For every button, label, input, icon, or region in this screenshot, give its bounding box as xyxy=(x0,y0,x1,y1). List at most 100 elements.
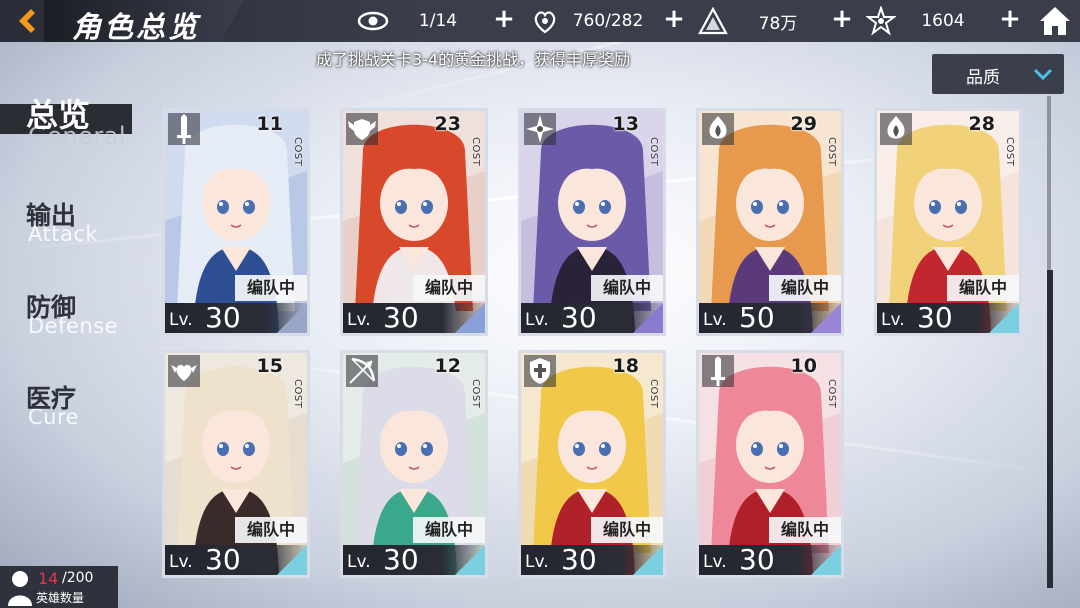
character-card[interactable]: 10 COST 编队中 Lv. 30 xyxy=(696,350,844,578)
category-tab-cure[interactable]: Cure 医疗 xyxy=(0,377,150,437)
winged-shield-icon xyxy=(346,113,378,145)
page-title: 角色总览 xyxy=(72,10,201,44)
shuriken-icon xyxy=(524,113,556,145)
character-card[interactable]: 11 COST 编队中 Lv. 30 xyxy=(162,108,310,336)
cost-label: COST xyxy=(1004,137,1015,167)
resource-quota: 1/14 xyxy=(356,0,486,42)
character-card[interactable]: 23 COST 编队中 Lv. 30 xyxy=(340,108,488,336)
cost-label: COST xyxy=(648,137,659,167)
cost-value: 15 xyxy=(256,355,283,377)
star-gem-icon xyxy=(864,4,898,38)
in-team-badge: 编队中 xyxy=(413,517,485,543)
resource-gems: 1604 xyxy=(864,0,988,42)
level-value: 30 xyxy=(561,301,597,334)
cost-value: 10 xyxy=(790,355,817,377)
level-value: 50 xyxy=(739,301,775,334)
rarity-stripe xyxy=(455,303,485,333)
character-card[interactable]: 28 COST 编队中 Lv. 30 xyxy=(874,108,1022,336)
add-gems-button[interactable]: + xyxy=(998,6,1022,32)
level-value: 30 xyxy=(917,301,953,334)
flame-emblem-icon xyxy=(702,113,734,145)
category-zh-label: 防御 xyxy=(26,293,77,322)
in-team-badge: 编队中 xyxy=(769,275,841,301)
person-icon xyxy=(8,571,32,606)
rarity-stripe xyxy=(811,303,841,333)
level-bar: Lv. 30 xyxy=(165,301,307,333)
chevron-down-icon xyxy=(1033,68,1053,81)
back-arrow-icon xyxy=(19,9,35,33)
level-prefix: Lv. xyxy=(881,310,905,330)
hero-count-current: 14 xyxy=(38,569,59,588)
rarity-stripe xyxy=(277,545,307,575)
add-quota-button[interactable]: + xyxy=(492,6,516,32)
in-team-badge: 编队中 xyxy=(235,517,307,543)
in-team-badge: 编队中 xyxy=(413,275,485,301)
hero-count-label: 英雄数量 xyxy=(36,591,85,605)
character-card[interactable]: 15 COST 编队中 Lv. 30 xyxy=(162,350,310,578)
level-prefix: Lv. xyxy=(703,310,727,330)
stamina-icon xyxy=(528,4,562,38)
level-bar: Lv. 30 xyxy=(165,543,307,576)
level-prefix: Lv. xyxy=(347,552,371,572)
level-bar: Lv. 30 xyxy=(877,301,1019,334)
add-gold-button[interactable]: + xyxy=(830,6,854,32)
character-card[interactable]: 29 COST 编队中 Lv. 50 xyxy=(696,108,844,336)
back-button[interactable] xyxy=(0,0,52,42)
level-value: 30 xyxy=(205,543,241,576)
in-team-badge: 编队中 xyxy=(591,275,663,301)
level-prefix: Lv. xyxy=(525,552,549,572)
character-card[interactable]: 12 COST 编队中 Lv. 30 xyxy=(340,350,488,578)
rarity-stripe xyxy=(633,545,663,575)
eye-icon xyxy=(356,4,390,38)
level-bar: Lv. 30 xyxy=(343,301,485,334)
system-notice: 成了挑战关卡3-4的黄金挑战，获得丰厚奖励 xyxy=(316,50,631,69)
level-bar: Lv. 30 xyxy=(343,543,485,575)
add-stamina-button[interactable]: + xyxy=(662,6,686,32)
rarity-stripe xyxy=(989,303,1019,333)
top-bar: 角色总览 1/14 + 760/282 + 78万 + 1604 + xyxy=(0,0,1080,44)
category-tab-attack[interactable]: Attack 输出 xyxy=(0,194,150,254)
cost-value: 11 xyxy=(256,113,283,135)
category-zh-label: 医疗 xyxy=(26,384,77,413)
in-team-badge: 编队中 xyxy=(591,517,663,543)
hero-count-max: /200 xyxy=(62,570,94,586)
cost-value: 23 xyxy=(434,113,461,135)
level-value: 30 xyxy=(383,301,419,334)
level-value: 30 xyxy=(561,543,597,576)
level-bar: Lv. 30 xyxy=(699,543,841,575)
resource-stamina: 760/282 xyxy=(528,0,654,42)
gold-value: 78万 xyxy=(758,13,798,34)
level-prefix: Lv. xyxy=(703,552,727,572)
gems-value: 1604 xyxy=(921,11,965,31)
level-bar: Lv. 50 xyxy=(699,301,841,334)
in-team-badge: 编队中 xyxy=(769,517,841,543)
sort-dropdown[interactable]: 品质 xyxy=(932,54,1064,94)
in-team-badge: 编队中 xyxy=(235,275,307,301)
in-team-badge: 编队中 xyxy=(947,275,1019,301)
winged-heart-icon xyxy=(168,355,200,387)
category-tab-general[interactable]: General 总览 xyxy=(0,92,150,152)
cost-label: COST xyxy=(470,379,481,409)
level-bar: Lv. 30 xyxy=(521,543,663,576)
cost-label: COST xyxy=(648,379,659,409)
category-zh-label: 总览 xyxy=(26,96,91,134)
cost-label: COST xyxy=(292,379,303,409)
stamina-value: 760/282 xyxy=(572,11,644,31)
scrollbar-thumb[interactable] xyxy=(1047,270,1053,588)
cost-value: 13 xyxy=(612,113,639,135)
quota-value: 1/14 xyxy=(418,11,458,31)
rarity-stripe xyxy=(455,545,485,575)
resource-gold: 78万 xyxy=(696,0,826,42)
flame-emblem-icon xyxy=(880,113,912,145)
level-prefix: Lv. xyxy=(347,310,371,330)
sword-icon xyxy=(168,113,200,145)
cost-label: COST xyxy=(826,379,837,409)
home-button[interactable] xyxy=(1038,4,1072,38)
category-zh-label: 输出 xyxy=(26,201,77,230)
rarity-stripe xyxy=(633,303,663,333)
home-icon xyxy=(1040,7,1070,35)
character-card[interactable]: 13 COST 编队中 Lv. 30 xyxy=(518,108,666,336)
category-tab-defense[interactable]: Defense 防御 xyxy=(0,286,150,346)
gold-pyramid-icon xyxy=(696,4,730,38)
character-card[interactable]: 18 COST 编队中 Lv. 30 xyxy=(518,350,666,578)
